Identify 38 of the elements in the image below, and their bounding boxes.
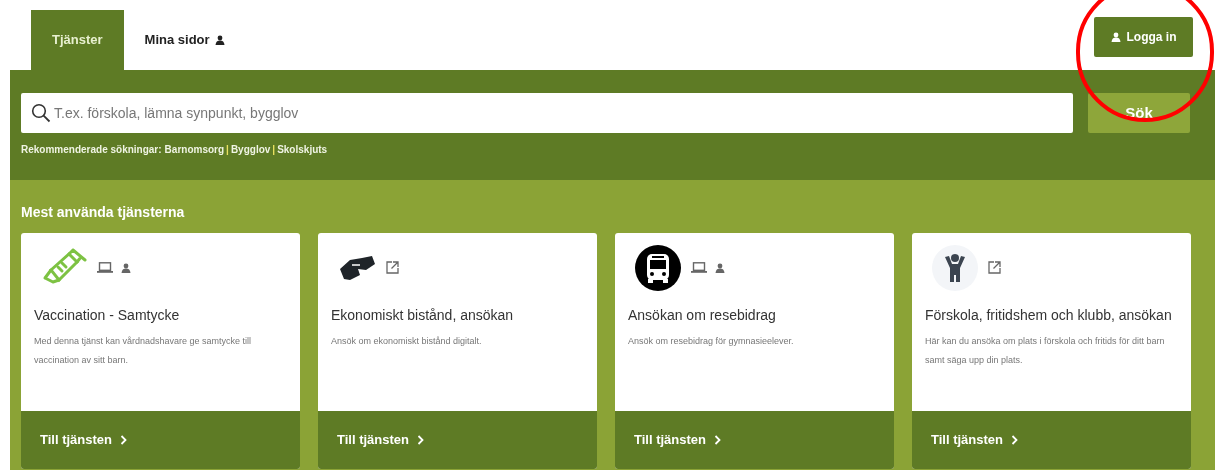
external-link-icon (988, 261, 1001, 274)
recommended-link[interactable]: Bygglov (230, 142, 271, 157)
card-description: Med denna tjänst kan vårdnadshavare ge samtycke till vaccination av sitt barn. (33, 335, 253, 367)
person-icon (214, 35, 225, 45)
recommended-link[interactable]: Skolskjuts (277, 142, 328, 157)
handshake-icon (338, 254, 376, 281)
recommended-link[interactable]: Barnomsorg (164, 142, 225, 157)
recommended-label: Rekommenderade sökningar: (21, 143, 162, 157)
laptop-icon (97, 262, 113, 273)
section-title: Mest använda tjänsterna (21, 203, 186, 222)
person-icon (1110, 32, 1121, 42)
card-title: Ansökan om resebidrag (627, 306, 777, 325)
separator: | (226, 143, 229, 157)
login-button[interactable]: Logga in (1094, 17, 1193, 57)
laptop-icon (691, 262, 707, 273)
person-icon (715, 262, 725, 273)
card-description: Ansök om resebidrag för gymnasieelever. (627, 335, 795, 348)
external-link-icon (386, 261, 399, 274)
chevron-icon (417, 435, 424, 445)
person-icon (121, 262, 131, 273)
card-title: Förskola, fritidshem och klubb, ansökan (924, 306, 1173, 325)
card-link[interactable]: Till tjänsten (21, 411, 300, 469)
card-title: Ekonomiskt bistånd, ansökan (330, 306, 515, 325)
search-icon (31, 103, 51, 123)
card-link[interactable]: Till tjänsten (912, 411, 1191, 469)
tab[interactable]: Tjänster (31, 10, 124, 70)
chevron-icon (1011, 435, 1018, 445)
separator: | (272, 143, 276, 157)
bus-icon (635, 244, 681, 291)
card-link[interactable]: Till tjänsten (318, 411, 597, 469)
card-link[interactable]: Till tjänsten (615, 411, 894, 469)
card-title: Vaccination - Samtycke (33, 306, 181, 325)
card-description: Ansök om ekonomiskt bistånd digitalt. (330, 335, 483, 348)
card-description: Här kan du ansöka om plats i förskola och fritids för ditt barn samt säga upp din plats. (924, 335, 1166, 367)
chevron-icon (714, 435, 721, 445)
chevron-icon (120, 435, 127, 445)
child-icon (932, 244, 978, 291)
search-field[interactable]: T.ex. förskola, lämna synpunkt, bygglov (21, 93, 1073, 133)
